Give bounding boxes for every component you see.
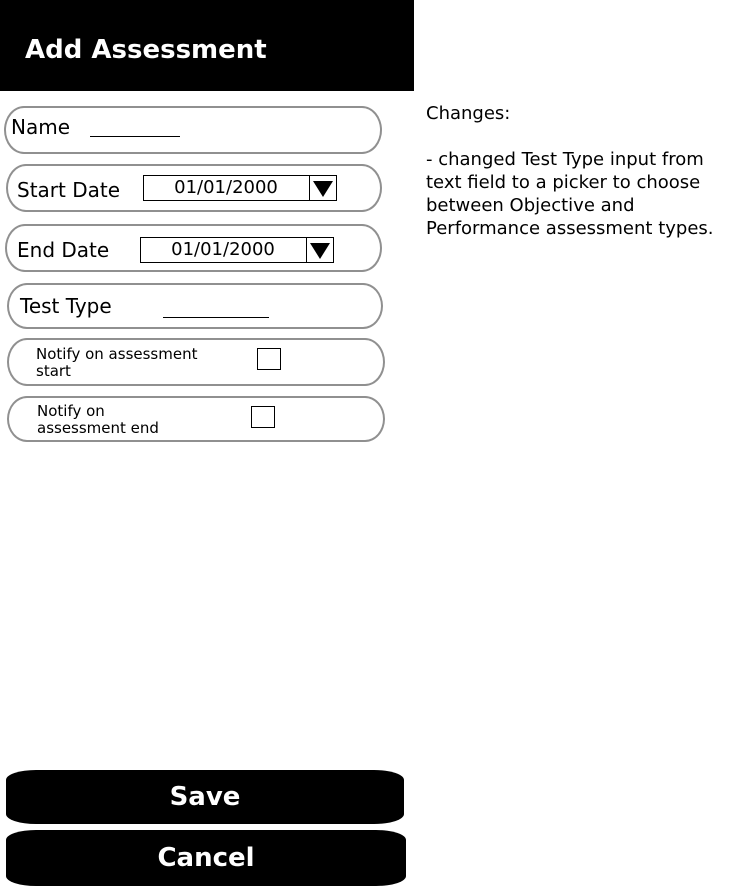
- name-field: Name: [4, 106, 382, 154]
- end-date-picker[interactable]: 01/01/2000: [140, 237, 334, 263]
- change-notes-body: - changed Test Type input from text fiel…: [426, 149, 714, 239]
- save-button[interactable]: Save: [6, 770, 404, 824]
- notify-end-field: Notify on assessment end: [7, 396, 385, 442]
- cancel-button[interactable]: Cancel: [6, 830, 406, 886]
- end-date-label: End Date: [17, 238, 110, 262]
- chevron-down-icon[interactable]: [306, 238, 333, 262]
- start-date-value: 01/01/2000: [174, 177, 278, 198]
- notify-end-checkbox[interactable]: [251, 406, 275, 428]
- change-notes-title: Changes:: [426, 103, 511, 124]
- app-header: Add Assessment: [0, 0, 414, 91]
- test-type-label: Test Type: [20, 294, 112, 318]
- start-date-picker[interactable]: 01/01/2000: [143, 175, 337, 201]
- end-date-field: End Date 01/01/2000: [5, 224, 382, 272]
- notify-end-label: Notify on assessment end: [37, 402, 159, 437]
- notify-start-field: Notify on assessment start: [7, 338, 385, 386]
- test-type-input[interactable]: [163, 317, 269, 318]
- test-type-field: Test Type: [7, 283, 383, 329]
- notify-start-label: Notify on assessment start: [36, 345, 198, 380]
- end-date-value: 01/01/2000: [171, 239, 275, 260]
- start-date-label: Start Date: [17, 178, 121, 202]
- notify-start-checkbox[interactable]: [257, 348, 281, 370]
- change-notes: Changes: - changed Test Type input from …: [426, 79, 736, 263]
- name-label: Name: [11, 115, 71, 139]
- name-input[interactable]: [90, 136, 180, 137]
- chevron-down-icon[interactable]: [309, 176, 336, 200]
- page-title: Add Assessment: [25, 35, 267, 65]
- start-date-field: Start Date 01/01/2000: [6, 164, 382, 212]
